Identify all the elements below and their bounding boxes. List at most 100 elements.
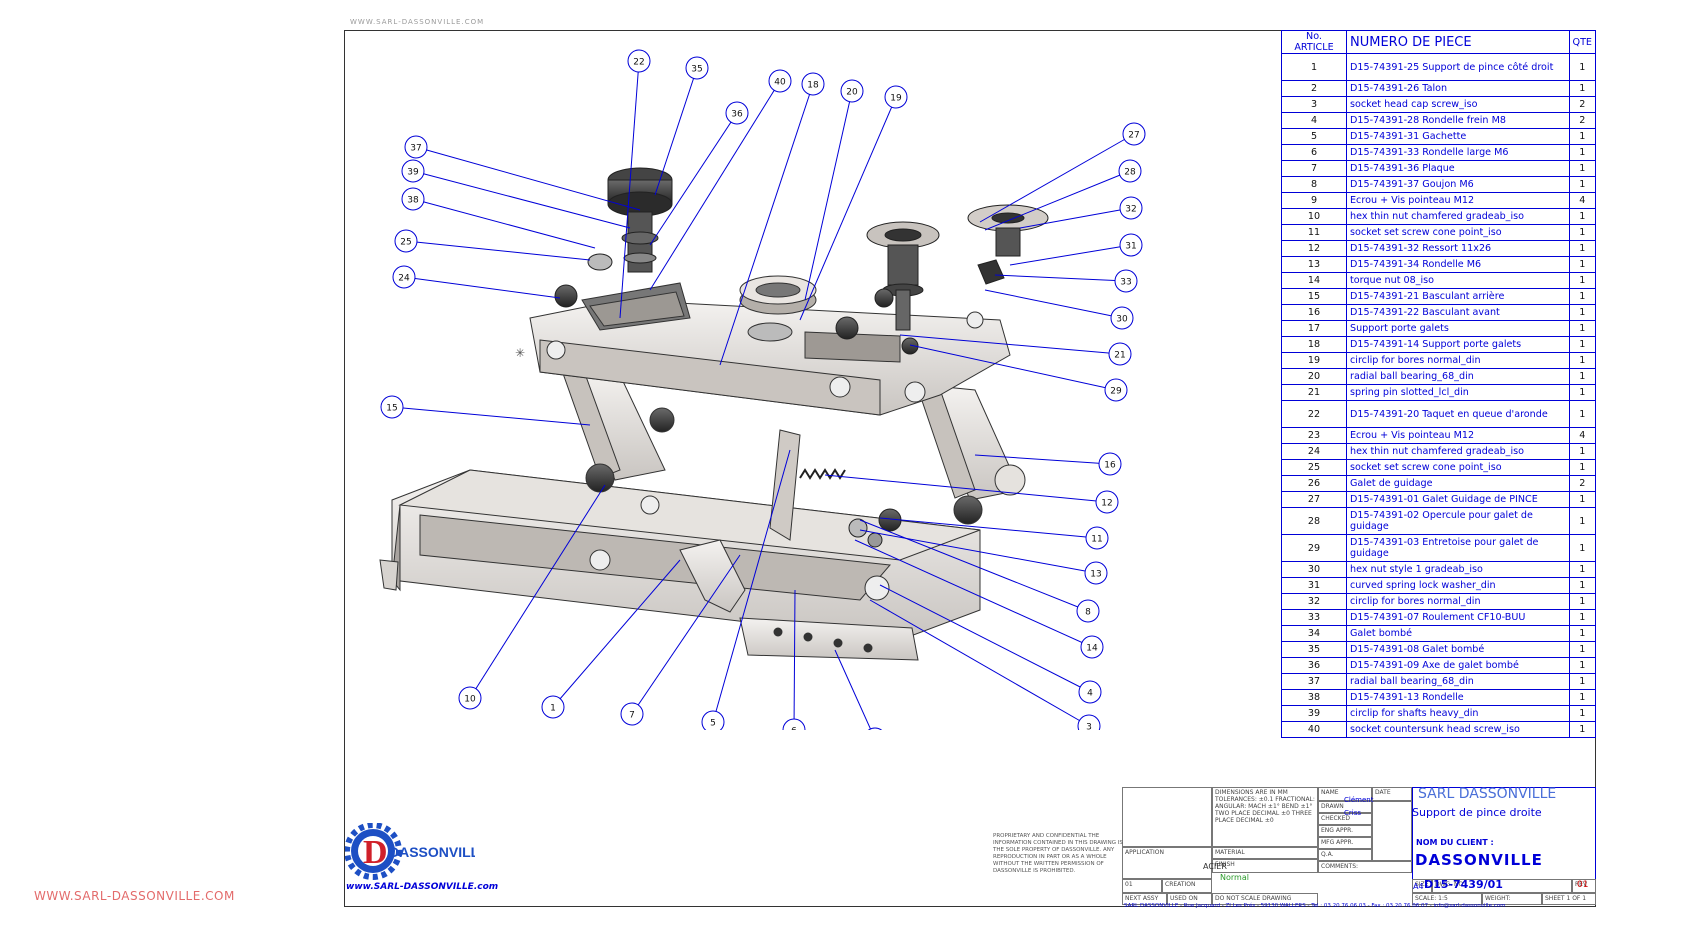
bom-cell-no: 29	[1281, 534, 1347, 562]
bom-cell-no: 3	[1281, 96, 1347, 113]
bom-cell-no: 9	[1281, 192, 1347, 209]
bom-cell-qty: 1	[1568, 491, 1597, 508]
bom-cell-part: D15-74391-03 Entretoise pour galet de gu…	[1346, 534, 1570, 562]
balloon-number: 38	[407, 196, 419, 206]
balloon-number: 22	[633, 58, 644, 68]
balloon-19: 19	[884, 85, 908, 109]
bom-cell-qty: 1	[1568, 705, 1597, 722]
bom-cell-qty: 1	[1568, 721, 1597, 738]
galet-bombe-stack	[607, 167, 673, 273]
logo-url: www.SARL-DASSONVILLE.com	[346, 882, 499, 892]
bom-cell-no: 25	[1281, 459, 1347, 476]
bom-row: 33 D15-74391-07 Roulement CF10-BUU 1	[1281, 609, 1597, 626]
bom-cell-part: D15-74391-33 Rondelle large M6	[1346, 144, 1570, 161]
spring	[799, 468, 846, 480]
balloon-number: 32	[1125, 205, 1136, 215]
bom-cell-part: curved spring lock washer_din	[1346, 577, 1570, 594]
bom-cell-no: 14	[1281, 272, 1347, 289]
client-name: DASSONVILLE	[1415, 851, 1543, 869]
balloon-number: 20	[846, 88, 858, 98]
bom-cell-no: 20	[1281, 368, 1347, 385]
balloon-14: 14	[1080, 635, 1104, 659]
balloon-20: 20	[840, 79, 864, 103]
bom-cell-qty: 1	[1568, 352, 1597, 369]
sheet-label: SHEET 1 OF 1	[1545, 895, 1587, 902]
bom-cell-part: socket set screw cone point_iso	[1346, 224, 1570, 241]
material-value: ACIER	[1203, 862, 1227, 871]
sheet-cell: SHEET 1 OF 1	[1542, 893, 1596, 905]
balloon-10: 10	[458, 686, 482, 710]
drawing-number: D15-7439/01	[1424, 878, 1503, 891]
balloon-number: 15	[386, 404, 397, 414]
balloon-33: 33	[1114, 269, 1138, 293]
bom-cell-no: 5	[1281, 128, 1347, 145]
bom-row: 40 socket countersunk head screw_iso 1	[1281, 721, 1597, 738]
bom-row: 1 D15-74391-25 Support de pince côté droi…	[1281, 53, 1597, 81]
bom-cell-part: D15-74391-25 Support de pince côté droit	[1346, 53, 1570, 81]
bom-row: 15 D15-74391-21 Basculant arrière 1	[1281, 288, 1597, 305]
bom-row: 16 D15-74391-22 Basculant avant 1	[1281, 304, 1597, 321]
base-frame	[379, 469, 981, 641]
bom-cell-part: socket set screw cone point_iso	[1346, 459, 1570, 476]
balloon-13: 13	[1084, 561, 1108, 585]
balloon-number: 18	[807, 81, 819, 91]
bom-cell-no: 7	[1281, 160, 1347, 177]
balloon-number: 8	[1085, 608, 1091, 618]
bom-cell-qty: 4	[1568, 427, 1597, 444]
bom-cell-qty: 2	[1568, 112, 1597, 129]
balloon-number: 4	[1087, 689, 1093, 699]
bom-cell-part: hex thin nut chamfered gradeab_iso	[1346, 443, 1570, 460]
bom-row: 19 circlip for bores normal_din 1	[1281, 352, 1597, 369]
material-label-cell: MATERIAL	[1212, 847, 1318, 859]
balloon-29: 29	[1104, 378, 1128, 402]
balloon-number: 10	[464, 695, 476, 705]
bom-cell-qty: 1	[1568, 256, 1597, 273]
bom-cell-no: 12	[1281, 240, 1347, 257]
balloon-11: 11	[1085, 526, 1109, 550]
bom-cell-no: 37	[1281, 673, 1347, 690]
bom-cell-qty: 1	[1568, 657, 1597, 674]
bom-cell-no: 35	[1281, 641, 1347, 658]
qa-label: Q.A.	[1321, 851, 1334, 858]
bom-cell-part: circlip for bores normal_din	[1346, 593, 1570, 610]
leader-line	[403, 276, 561, 299]
title-block: 01 CREATION NEXT ASSY USED ON DIMENSIONS…	[1122, 787, 1596, 905]
bom-cell-qty: 1	[1568, 128, 1597, 145]
bom-cell-qty: 1	[1568, 673, 1597, 690]
revision-grid	[1122, 787, 1212, 847]
comments-label: COMMENTS:	[1321, 863, 1359, 870]
bom-cell-qty: 1	[1568, 577, 1597, 594]
balloon-1: 1	[541, 695, 565, 719]
bom-cell-no: 40	[1281, 721, 1347, 738]
bom-header-part-number: NUMERO DE PIECE	[1346, 30, 1570, 54]
client-label: NOM DU CLIENT :	[1416, 838, 1494, 847]
bom-row: 38 D15-74391-13 Rondelle 1	[1281, 689, 1597, 706]
bom-cell-no: 16	[1281, 304, 1347, 321]
bom-cell-no: 4	[1281, 112, 1347, 129]
bom-row: 35 D15-74391-08 Galet bombé 1	[1281, 641, 1597, 658]
application-label: APPLICATION	[1125, 849, 1164, 856]
leader-line	[984, 289, 1123, 319]
name-label: NAME	[1321, 789, 1339, 796]
balloon-number: 24	[398, 274, 410, 284]
bom-row: 13 D15-74391-34 Rondelle M6 1	[1281, 256, 1597, 273]
bom-cell-part: D15-74391-09 Axe de galet bombé	[1346, 657, 1570, 674]
galet-guidage-stack	[866, 204, 1049, 331]
balloon-18: 18	[801, 72, 825, 96]
rev-desc: CREATION	[1165, 881, 1196, 888]
balloon-number: 5	[710, 719, 716, 729]
balloon-6: 6	[782, 718, 806, 730]
bom-row: 26 Galet de guidage 2	[1281, 475, 1597, 492]
bom-cell-qty: 1	[1568, 272, 1597, 289]
bom-row: 11 socket set screw cone point_iso 1	[1281, 224, 1597, 241]
confidential-notice: PROPRIETARY AND CONFIDENTIAL THE INFORMA…	[993, 833, 1123, 874]
bom-cell-no: 23	[1281, 427, 1347, 444]
balloon-31: 31	[1119, 233, 1143, 257]
date-label: DATE	[1375, 789, 1391, 796]
bom-row: 10 hex thin nut chamfered gradeab_iso 1	[1281, 208, 1597, 225]
bom-cell-part: D15-74391-08 Galet bombé	[1346, 641, 1570, 658]
bom-cell-no: 13	[1281, 256, 1347, 273]
bom-cell-no: 34	[1281, 625, 1347, 642]
bom-cell-no: 1	[1281, 53, 1347, 81]
bom-row: 24 hex thin nut chamfered gradeab_iso 1	[1281, 443, 1597, 460]
